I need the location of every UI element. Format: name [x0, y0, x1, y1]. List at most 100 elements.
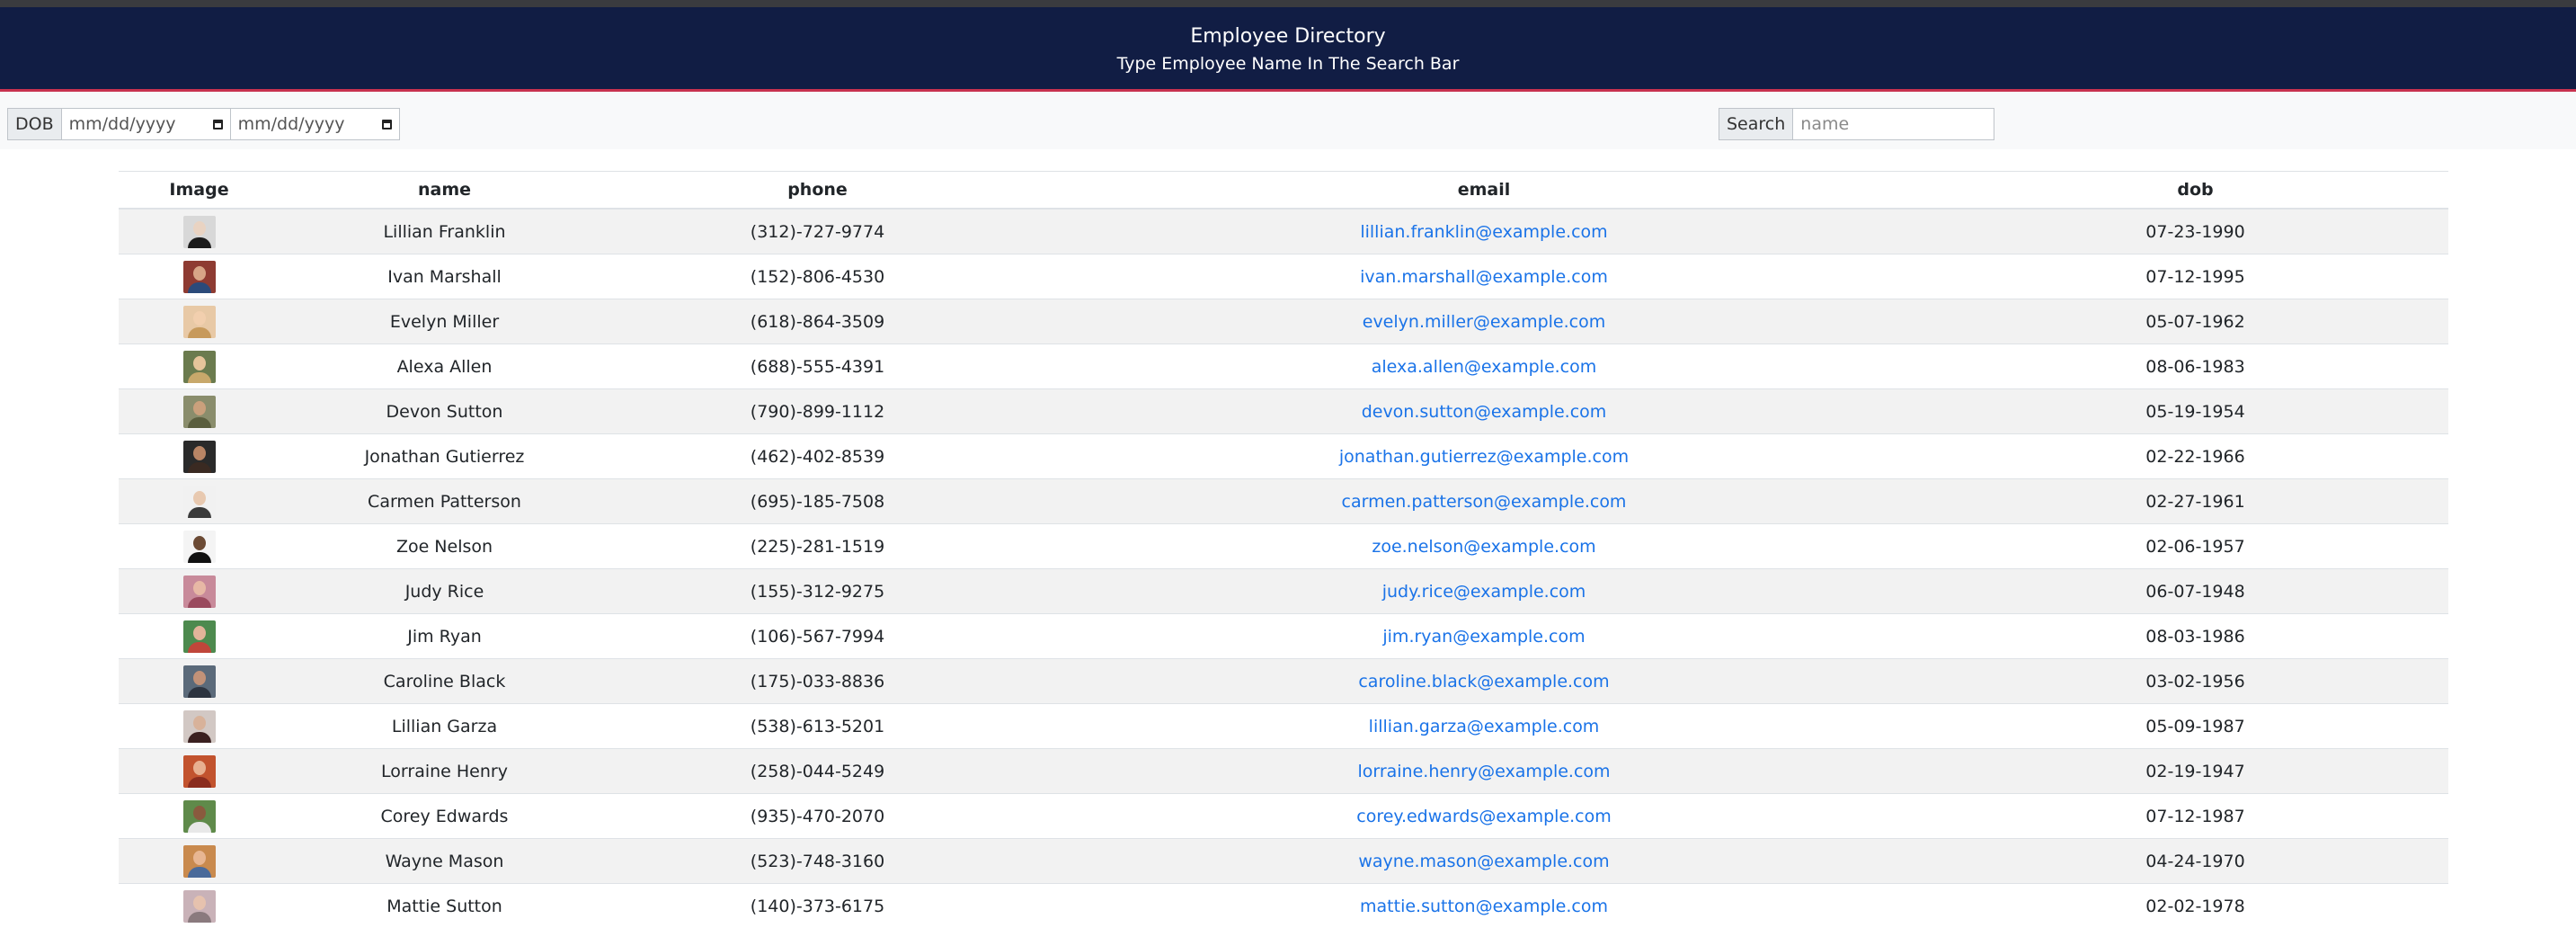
avatar-head	[193, 806, 206, 820]
avatar	[183, 845, 216, 878]
avatar	[183, 441, 216, 473]
email-cell[interactable]: ivan.marshall@example.com	[1026, 254, 1942, 299]
dob-cell: 08-06-1983	[1942, 344, 2448, 389]
dob-from-placeholder: mm/dd/yyyy	[69, 114, 176, 134]
search-input[interactable]: name	[1793, 108, 1994, 140]
table-row: Zoe Nelson(225)-281-1519zoe.nelson@examp…	[119, 524, 2448, 569]
phone-cell: (106)-567-7994	[609, 614, 1026, 659]
avatar-head	[193, 671, 206, 685]
avatar-body	[188, 597, 211, 608]
email-cell[interactable]: devon.sutton@example.com	[1026, 389, 1942, 434]
dob-cell: 07-12-1987	[1942, 794, 2448, 839]
avatar-head	[193, 851, 206, 865]
name-cell: Mattie Sutton	[280, 884, 609, 928]
name-cell: Zoe Nelson	[280, 524, 609, 569]
dob-cell: 07-23-1990	[1942, 209, 2448, 254]
email-cell[interactable]: caroline.black@example.com	[1026, 659, 1942, 704]
phone-cell: (695)-185-7508	[609, 479, 1026, 524]
email-cell[interactable]: zoe.nelson@example.com	[1026, 524, 1942, 569]
dob-cell: 08-03-1986	[1942, 614, 2448, 659]
email-cell[interactable]: lillian.franklin@example.com	[1026, 209, 1942, 254]
image-cell	[119, 704, 280, 749]
phone-cell: (790)-899-1112	[609, 389, 1026, 434]
column-header-name[interactable]: name	[280, 172, 609, 210]
table-row: Carmen Patterson(695)-185-7508carmen.pat…	[119, 479, 2448, 524]
phone-cell: (538)-613-5201	[609, 704, 1026, 749]
email-cell[interactable]: evelyn.miller@example.com	[1026, 299, 1942, 344]
phone-cell: (258)-044-5249	[609, 749, 1026, 794]
phone-cell: (312)-727-9774	[609, 209, 1026, 254]
avatar-body	[188, 822, 211, 833]
avatar-head	[193, 581, 206, 595]
email-cell[interactable]: mattie.sutton@example.com	[1026, 884, 1942, 928]
image-cell	[119, 479, 280, 524]
table-row: Corey Edwards(935)-470-2070corey.edwards…	[119, 794, 2448, 839]
avatar-head	[193, 221, 206, 236]
avatar-body	[188, 867, 211, 878]
dob-to-input[interactable]: mm/dd/yyyy	[231, 108, 400, 140]
calendar-icon[interactable]	[382, 120, 392, 129]
email-cell[interactable]: alexa.allen@example.com	[1026, 344, 1942, 389]
image-cell	[119, 524, 280, 569]
avatar-head	[193, 626, 206, 640]
dob-cell: 06-07-1948	[1942, 569, 2448, 614]
email-cell[interactable]: lillian.garza@example.com	[1026, 704, 1942, 749]
dob-cell: 02-27-1961	[1942, 479, 2448, 524]
avatar	[183, 620, 216, 653]
column-header-dob[interactable]: dob	[1942, 172, 2448, 210]
avatar-head	[193, 401, 206, 415]
image-cell	[119, 344, 280, 389]
avatar-body	[188, 462, 211, 473]
dob-from-input[interactable]: mm/dd/yyyy	[62, 108, 231, 140]
page-title: Employee Directory	[0, 23, 2576, 50]
avatar-body	[188, 912, 211, 923]
search-label: Search	[1719, 108, 1793, 140]
dob-cell: 07-12-1995	[1942, 254, 2448, 299]
avatar-body	[188, 372, 211, 383]
image-cell	[119, 389, 280, 434]
filter-bar: DOB mm/dd/yyyy mm/dd/yyyy Search name	[0, 92, 2576, 149]
avatar-body	[188, 282, 211, 293]
email-cell[interactable]: carmen.patterson@example.com	[1026, 479, 1942, 524]
avatar	[183, 306, 216, 338]
table-row: Caroline Black(175)-033-8836caroline.bla…	[119, 659, 2448, 704]
phone-cell: (618)-864-3509	[609, 299, 1026, 344]
table-body: Lillian Franklin(312)-727-9774lillian.fr…	[119, 209, 2448, 928]
avatar-head	[193, 896, 206, 910]
email-cell[interactable]: judy.rice@example.com	[1026, 569, 1942, 614]
dob-cell: 05-19-1954	[1942, 389, 2448, 434]
avatar-body	[188, 237, 211, 248]
dob-cell: 04-24-1970	[1942, 839, 2448, 884]
name-cell: Devon Sutton	[280, 389, 609, 434]
name-cell: Ivan Marshall	[280, 254, 609, 299]
table-row: Judy Rice(155)-312-9275judy.rice@example…	[119, 569, 2448, 614]
image-cell	[119, 614, 280, 659]
page-subtitle: Type Employee Name In The Search Bar	[0, 52, 2576, 76]
employee-table: Image name phone email dob Lillian Frank…	[119, 171, 2448, 928]
phone-cell: (152)-806-4530	[609, 254, 1026, 299]
calendar-icon[interactable]	[213, 120, 223, 129]
phone-cell: (175)-033-8836	[609, 659, 1026, 704]
image-cell	[119, 434, 280, 479]
name-cell: Jonathan Gutierrez	[280, 434, 609, 479]
dob-cell: 03-02-1956	[1942, 659, 2448, 704]
column-header-phone[interactable]: phone	[609, 172, 1026, 210]
table-row: Alexa Allen(688)-555-4391alexa.allen@exa…	[119, 344, 2448, 389]
email-cell[interactable]: jim.ryan@example.com	[1026, 614, 1942, 659]
column-header-image[interactable]: Image	[119, 172, 280, 210]
table-row: Mattie Sutton(140)-373-6175mattie.sutton…	[119, 884, 2448, 928]
phone-cell: (688)-555-4391	[609, 344, 1026, 389]
email-cell[interactable]: corey.edwards@example.com	[1026, 794, 1942, 839]
phone-cell: (225)-281-1519	[609, 524, 1026, 569]
avatar	[183, 486, 216, 518]
column-header-email[interactable]: email	[1026, 172, 1942, 210]
name-cell: Corey Edwards	[280, 794, 609, 839]
name-cell: Lillian Garza	[280, 704, 609, 749]
email-cell[interactable]: wayne.mason@example.com	[1026, 839, 1942, 884]
search-filter: Search name	[1719, 108, 1994, 140]
name-cell: Lorraine Henry	[280, 749, 609, 794]
table-row: Jonathan Gutierrez(462)-402-8539jonathan…	[119, 434, 2448, 479]
email-cell[interactable]: lorraine.henry@example.com	[1026, 749, 1942, 794]
avatar	[183, 396, 216, 428]
email-cell[interactable]: jonathan.gutierrez@example.com	[1026, 434, 1942, 479]
